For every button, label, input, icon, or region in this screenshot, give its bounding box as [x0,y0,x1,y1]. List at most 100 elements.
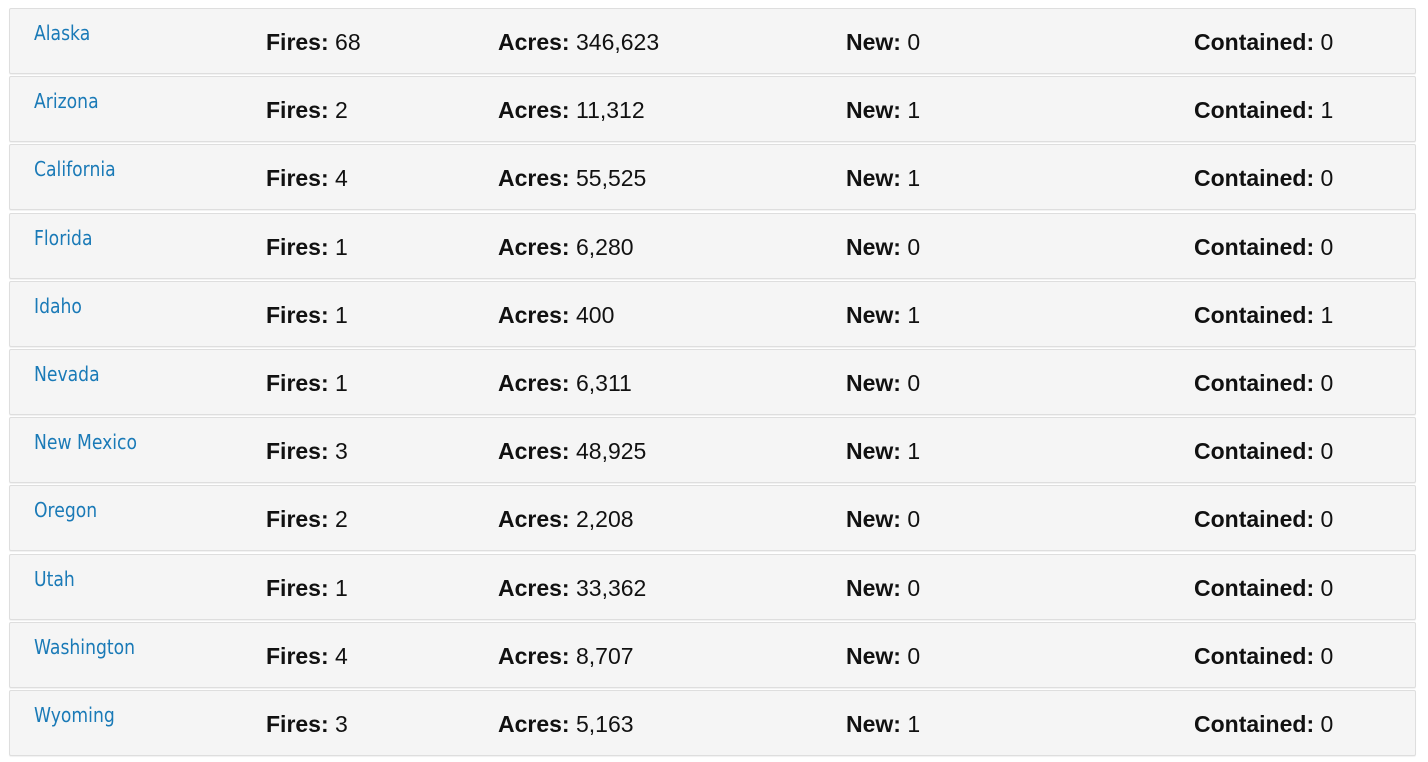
new-label: New: [846,97,901,124]
acres-label: Acres: [498,233,570,260]
state-row: New Mexico Fires: 3 Acres: 48,925 New: 1… [9,417,1416,484]
acres-stat: Acres: 6,311 [498,369,632,397]
contained-stat: Contained: 0 [1194,710,1333,738]
acres-label: Acres: [498,301,570,328]
new-stat: New: 0 [846,369,920,397]
fires-value: 2 [335,506,348,533]
fires-stat: Fires: 68 [266,28,361,56]
new-stat: New: 1 [846,164,920,192]
new-value: 0 [907,233,921,260]
acres-stat: Acres: 6,280 [498,233,634,261]
fires-label: Fires: [266,233,329,260]
contained-value: 1 [1320,301,1334,328]
state-link[interactable]: Oregon [34,498,97,522]
fires-label: Fires: [266,97,329,124]
fires-label: Fires: [266,165,329,192]
state-link[interactable]: Alaska [34,21,90,45]
state-row: Oregon Fires: 2 Acres: 2,208 New: 0 Cont… [9,485,1416,552]
contained-stat: Contained: 0 [1194,642,1333,670]
state-link[interactable]: New Mexico [34,430,137,454]
fires-stat: Fires: 3 [266,710,348,738]
acres-value: 33,362 [576,574,647,601]
new-label: New: [846,710,901,737]
state-row: Arizona Fires: 2 Acres: 11,312 New: 1 Co… [9,76,1416,143]
contained-value: 0 [1320,574,1334,601]
fires-stat: Fires: 2 [266,505,348,533]
contained-label: Contained: [1194,233,1315,260]
fires-value: 3 [335,438,348,465]
new-label: New: [846,165,901,192]
new-stat: New: 0 [846,28,920,56]
contained-value: 0 [1320,29,1334,55]
new-stat: New: 0 [846,505,920,533]
state-link[interactable]: Washington [34,635,135,659]
acres-value: 55,525 [576,165,647,192]
fires-stat: Fires: 4 [266,642,348,670]
contained-label: Contained: [1194,165,1315,192]
new-stat: New: 1 [846,301,920,329]
state-row: California Fires: 4 Acres: 55,525 New: 1… [9,144,1416,211]
fires-stat: Fires: 1 [266,301,348,329]
fires-stat: Fires: 1 [266,574,348,602]
contained-label: Contained: [1194,97,1315,124]
new-value: 1 [907,301,921,328]
acres-stat: Acres: 48,925 [498,437,646,465]
new-value: 1 [907,710,921,737]
acres-label: Acres: [498,369,570,396]
state-fire-list: Alaska Fires: 68 Acres: 346,623 New: 0 C… [9,8,1416,758]
fires-label: Fires: [266,369,329,396]
contained-stat: Contained: 0 [1194,505,1333,533]
acres-label: Acres: [498,574,570,601]
new-label: New: [846,369,901,396]
contained-label: Contained: [1194,438,1315,465]
contained-label: Contained: [1194,642,1315,669]
new-label: New: [846,233,901,260]
fires-label: Fires: [266,29,329,55]
new-stat: New: 0 [846,574,920,602]
contained-stat: Contained: 0 [1194,574,1333,602]
state-link[interactable]: Idaho [34,294,82,318]
state-link[interactable]: Nevada [34,362,100,386]
state-link[interactable]: Florida [34,226,93,250]
acres-label: Acres: [498,642,570,669]
new-stat: New: 1 [846,96,920,124]
acres-value: 48,925 [576,438,647,465]
new-value: 0 [907,29,921,55]
fires-value: 1 [335,301,348,328]
contained-value: 0 [1320,165,1334,192]
acres-label: Acres: [498,438,570,465]
acres-value: 400 [576,301,615,328]
new-stat: New: 0 [846,642,920,670]
acres-stat: Acres: 5,163 [498,710,634,738]
contained-stat: Contained: 0 [1194,28,1333,56]
acres-value: 346,623 [576,29,660,55]
acres-label: Acres: [498,710,570,737]
fires-value: 1 [335,574,348,601]
new-label: New: [846,301,901,328]
contained-label: Contained: [1194,506,1315,533]
state-link[interactable]: California [34,157,116,181]
fires-label: Fires: [266,574,329,601]
contained-value: 0 [1320,233,1334,260]
contained-value: 0 [1320,642,1334,669]
fires-stat: Fires: 3 [266,437,348,465]
new-label: New: [846,506,901,533]
contained-value: 0 [1320,369,1334,396]
state-link[interactable]: Wyoming [34,703,115,727]
state-link[interactable]: Utah [34,567,75,591]
acres-value: 11,312 [576,97,645,124]
state-link[interactable]: Arizona [34,89,99,113]
new-label: New: [846,29,901,55]
contained-stat: Contained: 1 [1194,301,1333,329]
new-value: 1 [907,438,921,465]
state-row: Wyoming Fires: 3 Acres: 5,163 New: 1 Con… [9,689,1416,756]
state-row: Idaho Fires: 1 Acres: 400 New: 1 Contain… [9,280,1416,347]
acres-stat: Acres: 55,525 [498,164,646,192]
contained-stat: Contained: 0 [1194,164,1333,192]
acres-stat: Acres: 33,362 [498,574,646,602]
new-value: 0 [907,369,921,396]
acres-value: 8,707 [576,642,634,669]
contained-label: Contained: [1194,574,1315,601]
contained-value: 1 [1320,97,1334,124]
new-value: 1 [907,165,921,192]
